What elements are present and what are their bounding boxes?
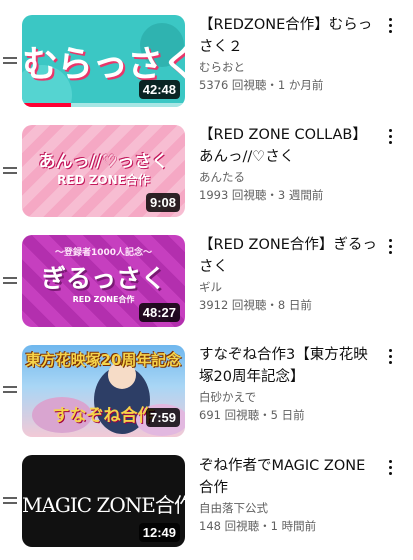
playlist-item[interactable]: あんっ//♡っさく RED ZONE合作 9:08 【RED ZONE COLL… [0,121,413,221]
video-title[interactable]: ぞね作者でMAGIC ZONE合作 [199,455,379,499]
more-vertical-icon[interactable] [386,127,396,147]
thumbnail-title-text: ぎるっさく [40,264,166,293]
drag-handle-icon[interactable] [3,165,19,177]
thumbnail-title-text: あんっ//♡っさく [38,152,169,172]
view-stats: 691 回視聴・5 日前 [199,408,305,422]
video-title[interactable]: 【RED ZONE COLLAB】あんっ//♡さく [199,124,379,168]
channel-name: 自由落下公式 [199,501,268,515]
video-title[interactable]: すなぞね合作3【東方花映塚20周年記念】 [199,344,379,388]
drag-handle-icon[interactable] [3,275,19,287]
playlist-video-list: むらっさく2 42:48 【REDZONE合作】むらっさく２ むらおと 5376… [0,0,413,560]
channel-name: あんたる [199,170,245,184]
video-thumbnail[interactable]: 〜登録者1000人記念〜 ぎるっさく RED ZONE合作 48:27 [22,235,185,327]
video-info[interactable]: 【RED ZONE COLLAB】あんっ//♡さく あんたる 1993 回視聴・… [199,124,379,204]
playlist-item[interactable]: むらっさく2 42:48 【REDZONE合作】むらっさく２ むらおと 5376… [0,12,413,112]
more-vertical-icon[interactable] [386,347,396,367]
video-info[interactable]: 【REDZONE合作】むらっさく２ むらおと 5376 回視聴・1 か月前 [199,14,379,94]
video-title[interactable]: 【REDZONE合作】むらっさく２ [199,14,379,58]
view-stats: 3912 回視聴・8 日前 [199,298,312,312]
video-duration: 9:08 [145,193,180,212]
video-info[interactable]: ぞね作者でMAGIC ZONE合作 自由落下公式 148 回視聴・1 時間前 [199,455,379,535]
channel-name: ギル [199,280,222,294]
thumbnail-title-text: MAGIC ZONE合作 [22,493,185,517]
thumbnail-top-text: 〜登録者1000人記念〜 [54,248,153,258]
more-vertical-icon[interactable] [386,16,396,36]
drag-handle-icon[interactable] [3,495,19,507]
drag-handle-icon[interactable] [3,55,19,67]
channel-name: 白砂かえで [199,390,257,404]
more-vertical-icon[interactable] [386,237,396,257]
video-thumbnail[interactable]: むらっさく2 42:48 [22,15,185,107]
video-duration: 42:48 [138,80,180,99]
view-stats: 148 回視聴・1 時間前 [199,519,317,533]
playlist-item[interactable]: MAGIC ZONE合作 12:49 ぞね作者でMAGIC ZONE合作 自由落… [0,452,413,552]
video-duration: 7:59 [145,408,180,427]
video-duration: 48:27 [138,303,180,322]
channel-name: むらおと [199,60,245,74]
playlist-item[interactable]: 東方花映塚20周年記念 すなぞね合作 7:59 すなぞね合作3【東方花映塚20周… [0,341,413,441]
thumbnail-title-text: 東方花映塚20周年記念 [25,351,182,369]
drag-handle-icon[interactable] [3,384,19,396]
video-info[interactable]: 【RED ZONE合作】ぎるっさく ギル 3912 回視聴・8 日前 [199,234,379,314]
view-stats: 5376 回視聴・1 か月前 [199,78,324,92]
video-info[interactable]: すなぞね合作3【東方花映塚20周年記念】 白砂かえで 691 回視聴・5 日前 [199,344,379,424]
view-stats: 1993 回視聴・3 週間前 [199,188,324,202]
playlist-item[interactable]: 〜登録者1000人記念〜 ぎるっさく RED ZONE合作 48:27 【RED… [0,231,413,331]
video-thumbnail[interactable]: 東方花映塚20周年記念 すなぞね合作 7:59 [22,345,185,437]
video-thumbnail[interactable]: MAGIC ZONE合作 12:49 [22,455,185,547]
video-title[interactable]: 【RED ZONE合作】ぎるっさく [199,234,379,278]
video-thumbnail[interactable]: あんっ//♡っさく RED ZONE合作 9:08 [22,125,185,217]
video-duration: 12:49 [138,523,180,542]
watch-progress-bar [22,103,185,107]
thumbnail-subtitle-text: RED ZONE合作 [57,173,150,187]
more-vertical-icon[interactable] [386,458,396,478]
